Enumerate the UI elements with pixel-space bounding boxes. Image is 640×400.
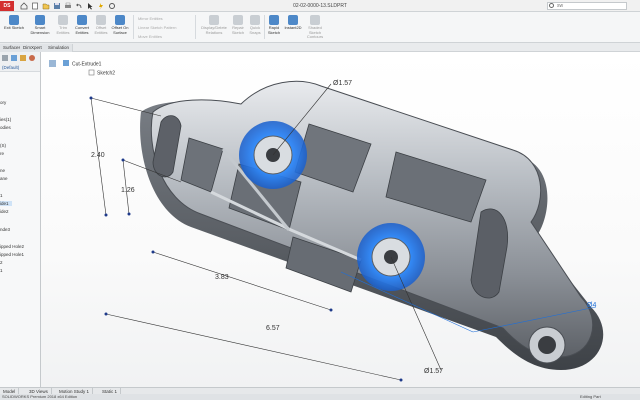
snap-icon [250, 15, 260, 25]
panel-header: (Default) [0, 52, 40, 72]
tree-item[interactable]: (S) [0, 143, 6, 148]
ribbon-divider [133, 15, 134, 39]
tree-item[interactable]: ipped Hole1 [0, 252, 24, 257]
tree-item[interactable]: ne [0, 168, 5, 173]
tree-item[interactable]: ane [0, 176, 8, 181]
instant2d-button[interactable]: Instant2D [283, 15, 303, 31]
tree-item[interactable]: ory [0, 100, 6, 105]
tree-item[interactable]: nde3 [0, 227, 10, 232]
move-entities-button[interactable]: Move Entities [138, 34, 162, 39]
ribbon-divider [195, 15, 196, 39]
panel-tabs-icon[interactable] [2, 55, 38, 62]
rapid-sketch-icon [269, 15, 279, 25]
graphics-viewport[interactable]: Cut-Extrude1 Sketch2 2.40 1.26 3.83 6.57… [41, 52, 640, 387]
dimension-height[interactable]: 2.40 [91, 152, 105, 159]
tree-item[interactable]: 1 [0, 193, 3, 198]
dimension-mid-height[interactable]: 1.26 [121, 187, 135, 194]
smart-dimension-button[interactable]: Smart Dimension [28, 15, 52, 35]
breadcrumb-sketch[interactable]: Sketch2 [97, 71, 115, 77]
tree-item[interactable]: 2 [0, 260, 3, 265]
tree-item[interactable]: odies [0, 125, 11, 130]
linear-pattern-button[interactable]: Linear Sketch Pattern [138, 25, 176, 30]
rapid-sketch-button[interactable]: Rapid Sketch [266, 15, 282, 35]
shaded-contours-icon [310, 15, 320, 25]
status-bar: SOLIDWORKS Premium 2018 x64 Edition Edit… [0, 394, 640, 400]
status-right: Editing Part [580, 394, 601, 399]
mirror-entities-button[interactable]: Mirror Entities [138, 16, 163, 21]
smart-dimension-icon [35, 15, 45, 25]
feature-icon [63, 60, 69, 66]
tree-item[interactable]: ies(1) [0, 117, 11, 122]
tree-item[interactable]: 1 [0, 268, 3, 273]
shaded-contours-button[interactable]: Shaded Sketch Contours [304, 15, 326, 40]
tree-item[interactable]: ide1 [0, 201, 12, 206]
breadcrumb[interactable]: Cut-Extrude1 Sketch2 [49, 60, 115, 77]
dimension-diameter-top[interactable]: Ø1.57 [333, 80, 352, 87]
dimension-end[interactable]: Ø4 [587, 302, 596, 309]
part-model[interactable] [140, 80, 604, 371]
repair-icon [233, 15, 243, 25]
configuration-name: (Default) [2, 65, 20, 70]
exit-sketch-button[interactable]: Exit Sketch [3, 15, 25, 31]
repair-sketch-button[interactable]: Repair Sketch [229, 15, 247, 35]
offset-on-surface-button[interactable]: Offset On Surface [110, 15, 130, 35]
document-title: 02-02-0000-13.SLDPRT [293, 3, 347, 9]
dimension-diameter-bottom[interactable]: Ø1.57 [424, 368, 443, 375]
ribbon-divider [264, 15, 265, 39]
tree-item[interactable]: ipped Hole2 [0, 244, 24, 249]
dimension-overall-length[interactable]: 6.57 [266, 325, 280, 332]
breadcrumb-feature[interactable]: Cut-Extrude1 [72, 62, 102, 68]
search-input[interactable]: sw [547, 2, 627, 10]
command-manager-ribbon: Exit Sketch Smart Dimension Trim Entitie… [0, 12, 640, 43]
tab-dimxpert[interactable]: DimXpert [20, 44, 46, 52]
offset-icon [96, 15, 106, 25]
tab-simulation[interactable]: Simulation [45, 44, 74, 52]
feature-manager-panel: (Default) ory ies(1) odies (S) re ne ane… [0, 52, 41, 387]
relations-icon [209, 15, 219, 25]
convert-icon [77, 15, 87, 25]
offset-surface-icon [115, 15, 125, 25]
sketch-icon [88, 69, 95, 76]
dimension-bore-spacing[interactable]: 3.83 [215, 274, 229, 281]
trim-entities-button[interactable]: Trim Entities [55, 15, 71, 35]
status-left: SOLIDWORKS Premium 2018 x64 Edition [2, 394, 78, 399]
bottom-tabs: Model 3D Views Motion Study 1 Static 1 [0, 387, 640, 395]
offset-entities-button[interactable]: Offset Entities [92, 15, 110, 35]
display-relations-button[interactable]: Display/Delete Relations [199, 15, 229, 35]
instant2d-icon [288, 15, 298, 25]
convert-entities-button[interactable]: Convert Entities [72, 15, 92, 35]
search-icon [549, 3, 554, 8]
tree-item[interactable]: ide2 [0, 209, 9, 214]
title-bar: DS 02-02-0000-13.SLDPRT sw [0, 0, 640, 12]
command-tabs: Surfaces DimXpert Simulation [0, 43, 640, 52]
part-icon [49, 60, 56, 67]
tree-item[interactable]: re [0, 151, 4, 156]
exit-sketch-icon [9, 15, 19, 25]
trim-icon [58, 15, 68, 25]
quick-snaps-button[interactable]: Quick Snaps [247, 15, 263, 35]
